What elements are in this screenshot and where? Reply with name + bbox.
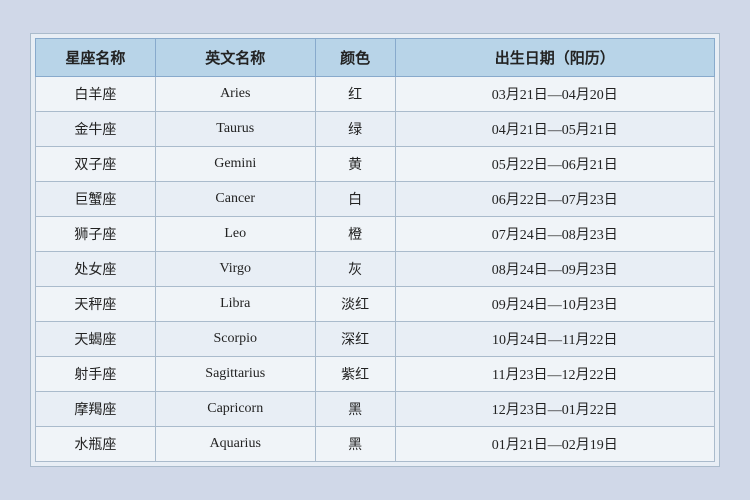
cell-color: 灰 <box>315 252 395 287</box>
cell-date: 05月22日—06月21日 <box>395 147 714 182</box>
cell-english: Aries <box>155 77 315 112</box>
cell-english: Libra <box>155 287 315 322</box>
cell-chinese: 双子座 <box>36 147 156 182</box>
header-chinese: 星座名称 <box>36 39 156 77</box>
table-row: 狮子座Leo橙07月24日—08月23日 <box>36 217 715 252</box>
cell-english: Virgo <box>155 252 315 287</box>
table-row: 巨蟹座Cancer白06月22日—07月23日 <box>36 182 715 217</box>
cell-english: Scorpio <box>155 322 315 357</box>
cell-date: 01月21日—02月19日 <box>395 427 714 462</box>
cell-chinese: 天秤座 <box>36 287 156 322</box>
cell-color: 绿 <box>315 112 395 147</box>
zodiac-table-container: 星座名称 英文名称 颜色 出生日期（阳历） 白羊座Aries红03月21日—04… <box>30 33 720 467</box>
cell-english: Aquarius <box>155 427 315 462</box>
cell-color: 红 <box>315 77 395 112</box>
cell-date: 09月24日—10月23日 <box>395 287 714 322</box>
header-date: 出生日期（阳历） <box>395 39 714 77</box>
table-row: 天蝎座Scorpio深红10月24日—11月22日 <box>36 322 715 357</box>
cell-english: Capricorn <box>155 392 315 427</box>
cell-chinese: 白羊座 <box>36 77 156 112</box>
cell-color: 深红 <box>315 322 395 357</box>
cell-color: 白 <box>315 182 395 217</box>
cell-color: 淡红 <box>315 287 395 322</box>
cell-english: Leo <box>155 217 315 252</box>
table-row: 射手座Sagittarius紫红11月23日—12月22日 <box>36 357 715 392</box>
cell-chinese: 天蝎座 <box>36 322 156 357</box>
cell-date: 08月24日—09月23日 <box>395 252 714 287</box>
cell-date: 06月22日—07月23日 <box>395 182 714 217</box>
table-row: 摩羯座Capricorn黑12月23日—01月22日 <box>36 392 715 427</box>
cell-chinese: 金牛座 <box>36 112 156 147</box>
zodiac-table: 星座名称 英文名称 颜色 出生日期（阳历） 白羊座Aries红03月21日—04… <box>35 38 715 462</box>
cell-chinese: 射手座 <box>36 357 156 392</box>
cell-date: 12月23日—01月22日 <box>395 392 714 427</box>
cell-date: 04月21日—05月21日 <box>395 112 714 147</box>
cell-date: 10月24日—11月22日 <box>395 322 714 357</box>
cell-chinese: 摩羯座 <box>36 392 156 427</box>
table-row: 双子座Gemini黄05月22日—06月21日 <box>36 147 715 182</box>
table-row: 金牛座Taurus绿04月21日—05月21日 <box>36 112 715 147</box>
table-header-row: 星座名称 英文名称 颜色 出生日期（阳历） <box>36 39 715 77</box>
cell-date: 03月21日—04月20日 <box>395 77 714 112</box>
table-row: 水瓶座Aquarius黑01月21日—02月19日 <box>36 427 715 462</box>
cell-english: Cancer <box>155 182 315 217</box>
cell-chinese: 巨蟹座 <box>36 182 156 217</box>
cell-date: 07月24日—08月23日 <box>395 217 714 252</box>
table-row: 白羊座Aries红03月21日—04月20日 <box>36 77 715 112</box>
cell-date: 11月23日—12月22日 <box>395 357 714 392</box>
cell-color: 黑 <box>315 392 395 427</box>
table-row: 处女座Virgo灰08月24日—09月23日 <box>36 252 715 287</box>
cell-color: 橙 <box>315 217 395 252</box>
cell-english: Sagittarius <box>155 357 315 392</box>
header-english: 英文名称 <box>155 39 315 77</box>
cell-english: Gemini <box>155 147 315 182</box>
cell-chinese: 水瓶座 <box>36 427 156 462</box>
table-row: 天秤座Libra淡红09月24日—10月23日 <box>36 287 715 322</box>
cell-color: 黑 <box>315 427 395 462</box>
cell-chinese: 狮子座 <box>36 217 156 252</box>
cell-color: 黄 <box>315 147 395 182</box>
cell-chinese: 处女座 <box>36 252 156 287</box>
cell-color: 紫红 <box>315 357 395 392</box>
cell-english: Taurus <box>155 112 315 147</box>
header-color: 颜色 <box>315 39 395 77</box>
